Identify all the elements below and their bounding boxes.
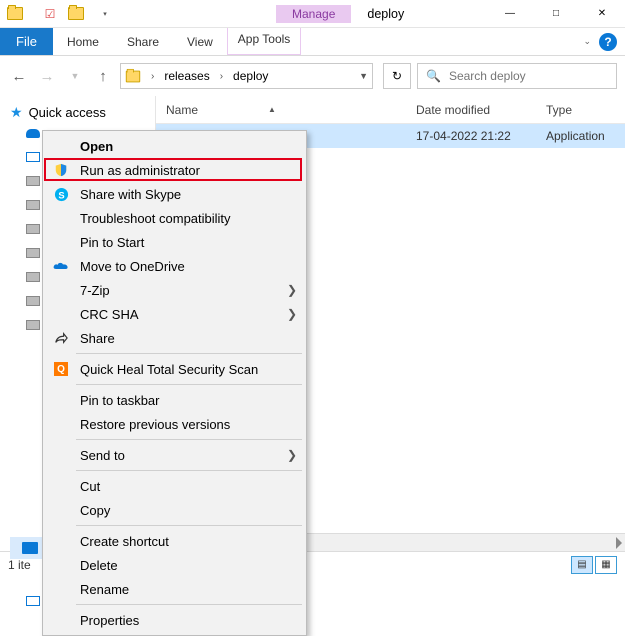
network-nav-icon[interactable] [26,596,40,606]
quickheal-icon: Q [52,362,70,376]
qat-properties-icon[interactable]: ☑ [39,7,61,21]
qat-folder-icon[interactable] [4,7,26,20]
menu-7zip[interactable]: 7-Zip❯ [46,278,303,302]
qat-newfolder-icon[interactable] [65,7,87,20]
quick-access-label: Quick access [29,105,106,120]
maximize-button[interactable]: □ [533,0,579,27]
recent-locations-icon[interactable]: ▼ [64,71,86,81]
menu-cut[interactable]: Cut [46,474,303,498]
window-title: deploy [367,7,404,21]
back-button[interactable]: ← [8,68,30,85]
close-button[interactable]: ✕ [579,0,625,27]
column-headers[interactable]: Name ▲ Date modified Type [156,96,625,124]
tab-file[interactable]: File [0,28,53,55]
refresh-button[interactable]: ↻ [383,63,411,89]
up-button[interactable]: ↑ [92,68,114,85]
chevron-right-icon: ❯ [287,283,297,297]
minimize-button[interactable]: — [487,0,533,27]
menu-share-skype[interactable]: S Share with Skype [46,182,303,206]
search-placeholder: Search deploy [449,69,526,83]
drive-nav-icon[interactable] [26,272,40,282]
svg-text:S: S [58,190,64,200]
sort-indicator-icon: ▲ [268,105,276,114]
details-view-button[interactable]: ▤ [571,556,593,574]
menu-pin-to-taskbar[interactable]: Pin to taskbar [46,388,303,412]
menu-quick-heal-scan[interactable]: Q Quick Heal Total Security Scan [46,357,303,381]
tab-share[interactable]: Share [113,28,173,55]
chevron-right-icon: ❯ [287,307,297,321]
menu-send-to[interactable]: Send to❯ [46,443,303,467]
address-folder-icon [126,70,140,82]
col-date[interactable]: Date modified [416,103,546,117]
drive-nav-icon[interactable] [26,320,40,330]
col-type[interactable]: Type [546,103,625,117]
forward-button: → [36,68,58,85]
menu-restore-previous-versions[interactable]: Restore previous versions [46,412,303,436]
title-bar: ☑ ▾ Manage deploy — □ ✕ [0,0,625,28]
onedrive-icon [52,261,70,271]
menu-delete[interactable]: Delete [46,553,303,577]
contextual-tab-manage[interactable]: Manage [276,5,351,23]
tab-view[interactable]: View [173,28,227,55]
onedrive-nav-icon[interactable] [26,129,40,138]
address-dropdown-icon[interactable]: ▼ [359,71,368,81]
drive-nav-icon[interactable] [26,296,40,306]
breadcrumb-2[interactable]: deploy [233,69,268,83]
shield-icon [52,163,70,177]
menu-crc-sha[interactable]: CRC SHA❯ [46,302,303,326]
menu-move-to-onedrive[interactable]: Move to OneDrive [46,254,303,278]
status-text: 1 ite [8,558,31,572]
menu-open[interactable]: Open [46,134,303,158]
tab-home[interactable]: Home [53,28,113,55]
search-box[interactable]: 🔍 Search deploy [417,63,617,89]
context-menu: Open Run as administrator S Share with S… [42,130,307,636]
menu-run-as-administrator[interactable]: Run as administrator [46,158,303,182]
large-icons-view-button[interactable]: ▦ [595,556,617,574]
qat-customize-icon[interactable]: ▾ [91,10,113,18]
drive-nav-icon[interactable] [26,248,40,258]
thispc-nav-icon[interactable] [26,152,40,162]
menu-pin-to-start[interactable]: Pin to Start [46,230,303,254]
drive-nav-icon[interactable] [26,176,40,186]
file-type-cell: Application [546,129,625,143]
tab-app-tools[interactable]: App Tools [227,28,301,55]
menu-copy[interactable]: Copy [46,498,303,522]
star-icon: ★ [10,104,23,121]
file-date-cell: 17-04-2022 21:22 [416,129,546,143]
ribbon: File Home Share View App Tools ⌄ ? [0,28,625,56]
breadcrumb-1[interactable]: releases [164,69,209,83]
quick-access[interactable]: ★ Quick access [10,104,151,121]
ribbon-expand-icon[interactable]: ⌄ [583,36,591,47]
drive-nav-icon[interactable] [26,224,40,234]
skype-icon: S [52,187,70,202]
menu-troubleshoot-compatibility[interactable]: Troubleshoot compatibility [46,206,303,230]
folder-icon [22,542,38,554]
drive-nav-icon[interactable] [26,200,40,210]
chevron-right-icon: ❯ [287,448,297,462]
address-bar[interactable]: › releases › deploy ▼ [120,63,373,89]
share-icon [52,331,70,345]
menu-rename[interactable]: Rename [46,577,303,601]
search-icon: 🔍 [426,69,441,83]
menu-properties[interactable]: Properties [46,608,303,632]
nav-row: ← → ▼ ↑ › releases › deploy ▼ ↻ 🔍 Search… [0,56,625,96]
help-button[interactable]: ? [599,33,617,51]
menu-create-shortcut[interactable]: Create shortcut [46,529,303,553]
col-name[interactable]: Name [166,103,198,117]
menu-share[interactable]: Share [46,326,303,350]
